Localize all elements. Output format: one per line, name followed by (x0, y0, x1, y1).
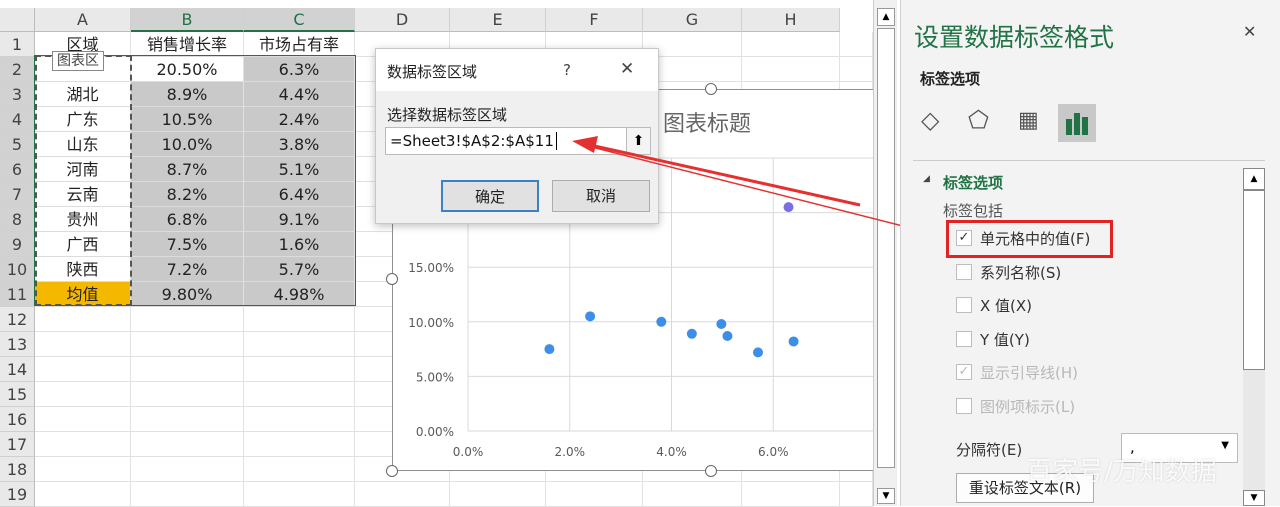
option-label[interactable]: 图例项标示(L) (980, 396, 1075, 417)
separator-label: 分隔符(E) (956, 441, 1023, 459)
scroll-up-icon[interactable]: ▲ (1243, 168, 1265, 190)
option-label[interactable]: 显示引导线(H) (980, 362, 1078, 383)
size-properties-icon[interactable]: ▦ (1018, 108, 1039, 133)
format-data-labels-pane: 设置数据标签格式 ✕ 标签选项 ◇ ⬠ ▦ ◢ 标签选项 标签包括 ✓ 单元格中的… (900, 0, 1280, 506)
scroll-down-icon[interactable]: ▼ (1243, 490, 1265, 506)
fill-line-icon[interactable]: ◇ (921, 106, 939, 134)
scroll-thumb[interactable] (1243, 190, 1265, 370)
label-contains-heading: 标签包括 (943, 202, 1004, 220)
option-checkbox[interactable] (956, 297, 972, 313)
option-checkbox[interactable] (956, 397, 972, 414)
pane-close-icon[interactable]: ✕ (1243, 22, 1256, 41)
option-checkbox[interactable]: ✓ (956, 364, 972, 380)
chevron-down-icon: ▼ (1221, 440, 1229, 451)
pane-title: 设置数据标签格式 (914, 23, 1115, 52)
watermark: 百家号/万知数据 (1026, 457, 1217, 487)
collapse-triangle-icon[interactable]: ◢ (923, 174, 930, 184)
section-label-options[interactable]: 标签选项 (943, 172, 1003, 193)
option-label[interactable]: 单元格中的值(F) (980, 228, 1090, 249)
option-checkbox[interactable] (956, 263, 972, 280)
pane-scrollbar[interactable]: ▲ ▼ (1243, 168, 1265, 506)
option-label[interactable]: 系列名称(S) (980, 262, 1061, 283)
option-checkbox[interactable]: ✓ (956, 230, 972, 246)
label-options-icon[interactable] (1058, 104, 1096, 142)
option-checkbox[interactable] (956, 330, 972, 347)
option-label[interactable]: Y 值(Y) (980, 329, 1030, 350)
effects-icon[interactable]: ⬠ (968, 106, 989, 134)
option-label[interactable]: X 值(X) (980, 295, 1032, 316)
pane-subtitle[interactable]: 标签选项 (920, 68, 980, 89)
